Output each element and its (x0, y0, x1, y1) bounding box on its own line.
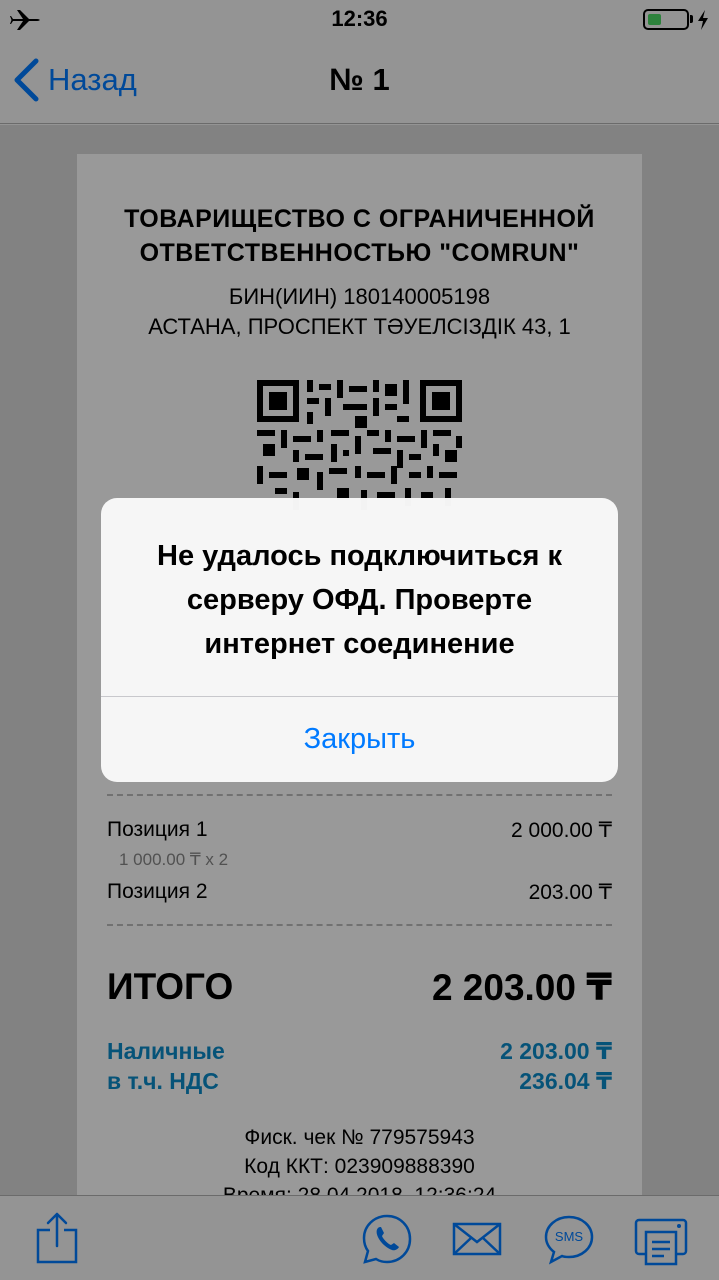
alert-message: Не удалось подключиться к серверу ОФД. П… (157, 540, 562, 660)
close-button[interactable]: Закрыть (101, 697, 618, 782)
alert-dialog: Не удалось подключиться к серверу ОФД. П… (101, 498, 618, 782)
